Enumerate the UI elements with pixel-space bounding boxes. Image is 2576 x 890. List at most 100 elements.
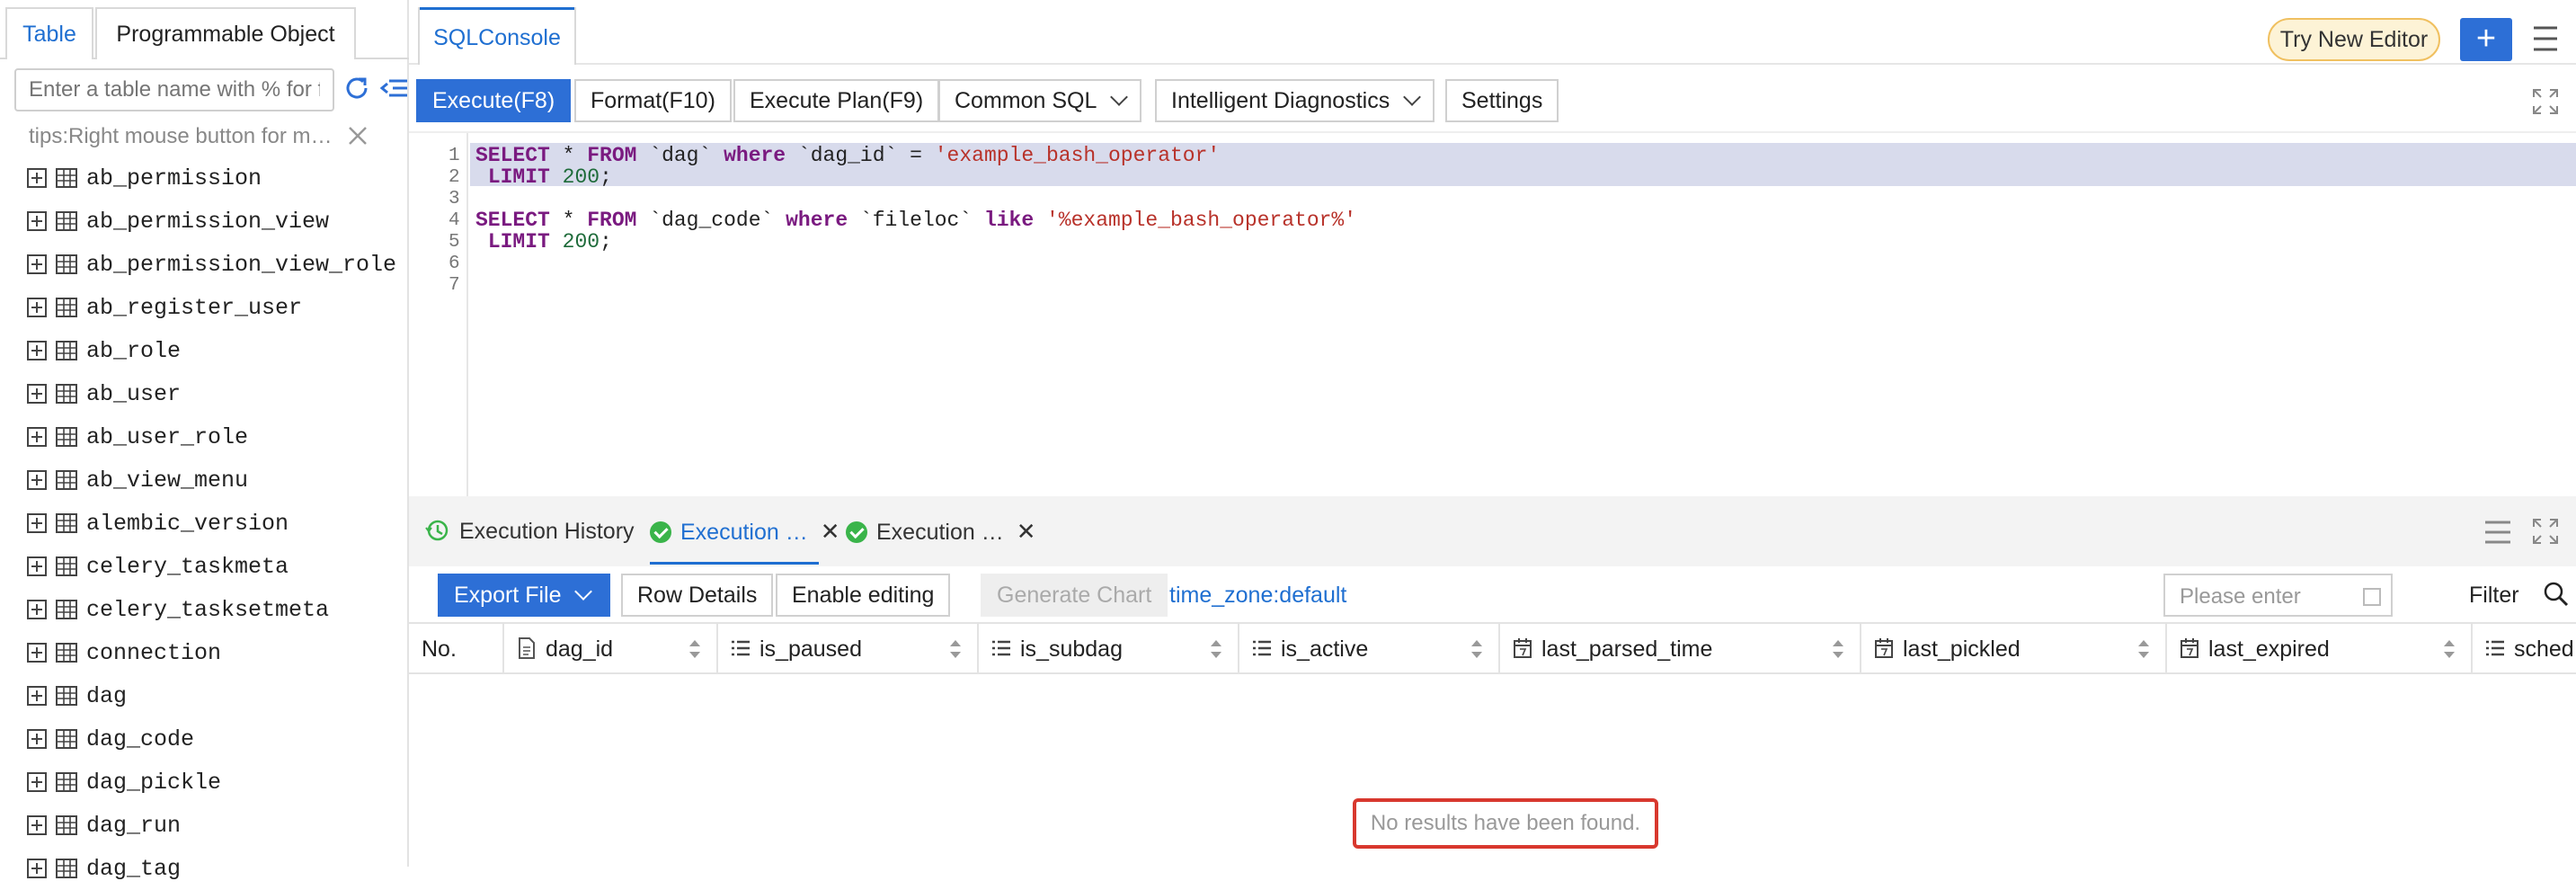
table-grid-icon <box>56 384 77 404</box>
sort-icon[interactable] <box>2444 640 2455 658</box>
column-header-is-active[interactable]: is_active <box>1239 624 1500 674</box>
expand-plus-icon[interactable] <box>27 513 47 533</box>
expand-plus-icon[interactable] <box>27 470 47 490</box>
tab-execution-history[interactable]: Execution History <box>425 509 635 554</box>
table-tree-item[interactable]: ab_user <box>27 372 404 415</box>
close-icon[interactable]: ✕ <box>821 509 840 554</box>
table-name: connection <box>86 639 222 666</box>
table-name: dag_pickle <box>86 769 222 796</box>
expand-plus-icon[interactable] <box>27 600 47 619</box>
table-tree-item[interactable]: dag_tag <box>27 847 404 890</box>
list-icon <box>2486 641 2504 656</box>
empty-results-message: No results have been found. <box>1353 798 1658 849</box>
common-sql-dropdown[interactable]: Common SQL <box>938 79 1142 122</box>
expand-plus-icon[interactable] <box>27 298 47 317</box>
table-tree-item[interactable]: dag_run <box>27 804 404 847</box>
execute-plan-button[interactable]: Execute Plan(F9) <box>733 79 940 122</box>
tab-table[interactable]: Table <box>5 7 93 59</box>
settings-button[interactable]: Settings <box>1445 79 1559 122</box>
expand-plus-icon[interactable] <box>27 427 47 447</box>
sort-icon[interactable] <box>1211 640 1221 658</box>
tab-execution-2[interactable]: Execution … ✕ <box>846 509 1036 554</box>
close-icon[interactable] <box>344 122 371 149</box>
column-header-last-pickled[interactable]: last_pickled <box>1861 624 2167 674</box>
table-search-input[interactable] <box>14 68 334 111</box>
table-tree-item[interactable]: dag_code <box>27 717 404 761</box>
sort-icon[interactable] <box>1833 640 1843 658</box>
table-name: dag_run <box>86 812 182 839</box>
timezone-link[interactable]: time_zone:default <box>1169 583 1346 609</box>
expand-plus-icon[interactable] <box>27 772 47 792</box>
tips-text: tips:Right mouse button for m… <box>29 124 333 148</box>
sort-icon[interactable] <box>1471 640 1482 658</box>
filter-input[interactable]: Please enter <box>2180 584 2301 610</box>
expand-plus-icon[interactable] <box>27 859 47 878</box>
table-tree-item[interactable]: ab_permission <box>27 156 404 200</box>
fullscreen-icon[interactable] <box>2532 88 2559 115</box>
column-header-last-parsed-time[interactable]: last_parsed_time <box>1500 624 1861 674</box>
results-toolbar: Export File Row Details Enable editing G… <box>409 566 2576 622</box>
collapse-list-icon[interactable] <box>378 74 409 102</box>
calendar-icon <box>1514 638 1532 659</box>
column-header-sched[interactable]: sched <box>2473 624 2576 674</box>
execute-button[interactable]: Execute(F8) <box>416 79 572 122</box>
table-grid-icon <box>56 254 77 274</box>
filter-checkbox[interactable] <box>2363 588 2381 606</box>
table-tree-item[interactable]: ab_role <box>27 329 404 372</box>
table-tree-item[interactable]: connection <box>27 631 404 674</box>
export-file-dropdown[interactable]: Export File <box>438 574 610 617</box>
expand-plus-icon[interactable] <box>27 729 47 749</box>
success-check-icon <box>650 521 671 543</box>
table-tree-item[interactable]: ab_permission_view <box>27 200 404 243</box>
table-tree-item[interactable]: ab_user_role <box>27 415 404 458</box>
intelligent-diagnostics-dropdown[interactable]: Intelligent Diagnostics <box>1155 79 1435 122</box>
expand-plus-icon[interactable] <box>27 384 47 404</box>
table-tree-item[interactable]: celery_tasksetmeta <box>27 588 404 631</box>
table-tree-item[interactable]: ab_register_user <box>27 286 404 329</box>
expand-plus-icon[interactable] <box>27 556 47 576</box>
try-new-editor-button[interactable]: Try New Editor <box>2268 18 2440 61</box>
column-header-is-subdag[interactable]: is_subdag <box>979 624 1239 674</box>
list-icon <box>732 641 750 656</box>
tab-sqlconsole[interactable]: SQLConsole <box>418 7 576 65</box>
column-header-no[interactable]: No. <box>409 624 504 674</box>
expand-plus-icon[interactable] <box>27 254 47 274</box>
sort-icon[interactable] <box>2138 640 2149 658</box>
menu-icon[interactable] <box>2532 23 2559 54</box>
refresh-icon[interactable] <box>342 74 371 102</box>
close-icon[interactable]: ✕ <box>1017 509 1036 554</box>
calendar-icon <box>1875 638 1893 659</box>
sql-editor[interactable]: 1 2 3 4 5 6 7 SELECT * FROM `dag` where … <box>409 131 2576 496</box>
table-tree-item[interactable]: dag_pickle <box>27 761 404 804</box>
sort-icon[interactable] <box>689 640 700 658</box>
format-button[interactable]: Format(F10) <box>574 79 732 122</box>
table-tree-item[interactable]: celery_taskmeta <box>27 545 404 588</box>
fullscreen-icon[interactable] <box>2532 518 2559 545</box>
column-header-dag-id[interactable]: dag_id <box>504 624 718 674</box>
add-console-button[interactable]: + <box>2460 18 2512 61</box>
list-menu-icon[interactable] <box>2483 520 2512 545</box>
expand-plus-icon[interactable] <box>27 643 47 663</box>
tab-programmable-object[interactable]: Programmable Object <box>95 7 356 59</box>
sql-keyword: SELECT <box>475 144 550 167</box>
expand-plus-icon[interactable] <box>27 211 47 231</box>
row-details-button[interactable]: Row Details <box>621 574 774 617</box>
table-tree-item[interactable]: dag <box>27 674 404 717</box>
filter-label: Filter <box>2469 583 2519 608</box>
table-tree-item[interactable]: ab_view_menu <box>27 458 404 502</box>
table-grid-icon <box>56 470 77 490</box>
column-header-last-expired[interactable]: last_expired <box>2167 624 2473 674</box>
expand-plus-icon[interactable] <box>27 686 47 706</box>
expand-plus-icon[interactable] <box>27 341 47 360</box>
table-tree-item[interactable]: ab_permission_view_role <box>27 243 404 286</box>
tab-execution-1[interactable]: Execution … ✕ <box>650 509 840 565</box>
enable-editing-button[interactable]: Enable editing <box>776 574 951 617</box>
table-tree-item[interactable]: alembic_version <box>27 502 404 545</box>
table-name: ab_view_menu <box>86 467 249 494</box>
sort-icon[interactable] <box>950 640 961 658</box>
expand-plus-icon[interactable] <box>27 815 47 835</box>
column-header-is-paused[interactable]: is_paused <box>718 624 979 674</box>
chevron-down-icon <box>574 583 593 601</box>
expand-plus-icon[interactable] <box>27 168 47 188</box>
search-icon[interactable] <box>2543 581 2570 608</box>
